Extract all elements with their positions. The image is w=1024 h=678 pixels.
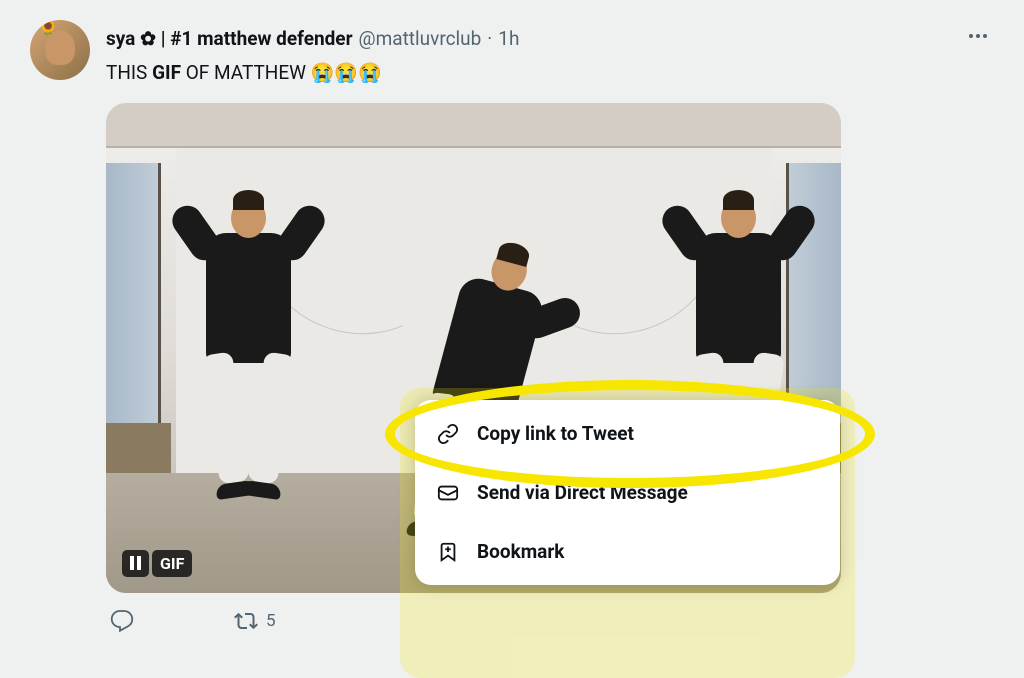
pause-button[interactable] (122, 550, 149, 577)
dancer-figure (206, 233, 291, 363)
reply-icon (110, 609, 134, 633)
more-icon (966, 24, 990, 48)
bookmark-item[interactable]: Bookmark (415, 522, 840, 581)
envelope-icon (437, 482, 459, 504)
copy-link-label: Copy link to Tweet (477, 422, 634, 445)
dancer-figure (696, 233, 781, 363)
copy-link-item[interactable]: Copy link to Tweet (415, 404, 840, 463)
send-dm-item[interactable]: Send via Direct Message (415, 463, 840, 522)
tweet-text: THIS GIF OF MATTHEW 😭😭😭 (106, 60, 994, 87)
display-name[interactable]: sya ✿ | #1 matthew defender (106, 27, 353, 50)
retweet-count: 5 (266, 611, 276, 631)
reply-button[interactable] (110, 609, 134, 633)
share-menu: Copy link to Tweet Send via Direct Messa… (415, 400, 840, 585)
tweet-text-bold: GIF (152, 61, 181, 84)
dancer-figure (446, 283, 531, 413)
timestamp[interactable]: 1h (498, 27, 519, 50)
time-separator: · (487, 27, 492, 50)
more-button[interactable] (962, 20, 994, 56)
gif-badge: GIF (152, 550, 192, 577)
tweet-text-suffix: OF MATTHEW 😭😭😭 (181, 61, 382, 84)
send-dm-label: Send via Direct Message (477, 481, 688, 504)
retweet-button[interactable]: 5 (234, 609, 276, 633)
avatar[interactable] (30, 20, 90, 80)
link-icon (437, 423, 459, 445)
bookmark-label: Bookmark (477, 540, 564, 563)
retweet-icon (234, 609, 258, 633)
username[interactable]: @mattluvrclub (359, 27, 482, 50)
gif-controls: GIF (122, 550, 192, 577)
pause-icon (130, 556, 141, 570)
tweet-header: sya ✿ | #1 matthew defender @mattluvrclu… (106, 20, 994, 56)
bookmark-icon (437, 541, 459, 563)
tweet-text-prefix: THIS (106, 61, 152, 84)
tweet-actions: 5 (106, 609, 994, 633)
